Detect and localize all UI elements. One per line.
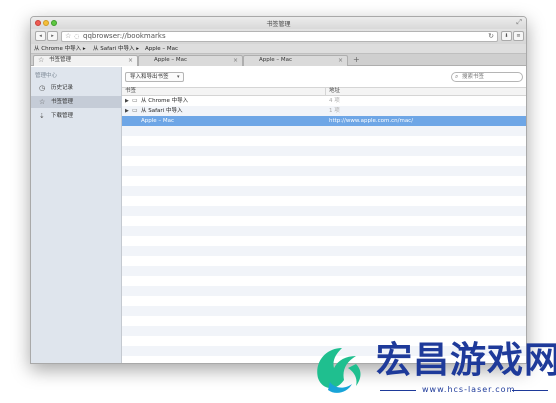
table-row[interactable]: ▶ ▭ 从 Chrome 中导入 4 项	[122, 96, 526, 106]
refresh-icon[interactable]: ↻	[488, 32, 494, 41]
address-bar[interactable]: ☆ ◌ qqbrowser://bookmarks ↻	[61, 30, 498, 42]
empty-row	[122, 296, 526, 306]
table-row[interactable]: ▶ ▭ 从 Safari 中导入 1 项	[122, 106, 526, 116]
watermark-logo-icon	[317, 348, 361, 393]
sidebar-item-bookmarks[interactable]: ☆ 书签管理	[31, 96, 122, 108]
tab-strip: ☆ 书签管理 × Apple – Mac × Apple – Mac × +	[31, 54, 526, 66]
download-button[interactable]: ⬇	[501, 31, 512, 41]
empty-row	[122, 326, 526, 336]
watermark: 宏昌游戏网 www.hcs-laser.com	[300, 336, 556, 403]
menu-button[interactable]: ≡	[513, 31, 524, 41]
tab-label: Apple – Mac	[154, 57, 188, 63]
folder-icon: ▭	[132, 107, 138, 114]
watermark-url: www.hcs-laser.com	[422, 385, 516, 394]
empty-row	[122, 186, 526, 196]
tab-label: Apple – Mac	[259, 57, 293, 63]
bookmarks-bar-item[interactable]: 从 Safari 中导入 ▸	[93, 44, 139, 54]
sidebar-item-label: 历史记录	[51, 85, 74, 91]
empty-row	[122, 286, 526, 296]
column-header-name[interactable]: 书签	[125, 88, 136, 95]
bookmark-address: 1 项	[329, 108, 340, 114]
bookmarks-bar-item[interactable]: Apple – Mac	[145, 44, 178, 54]
tab-bookmarks[interactable]: ☆ 书签管理 ×	[33, 55, 138, 66]
empty-row	[122, 246, 526, 256]
bookmarks-panel: 导入和导出书签 ▾ ⌕ 书签 地址 ▶ ▭ 从 Chrome 中导入 4 项	[122, 67, 526, 363]
search-box[interactable]: ⌕	[451, 72, 523, 82]
disclosure-triangle-icon[interactable]: ▶	[125, 96, 129, 106]
sidebar-item-downloads[interactable]: ⇣ 下载管理	[31, 110, 122, 122]
browser-window: 书签管理 ⤢ ◂ ▸ ☆ ◌ qqbrowser://bookmarks ↻ ⬇…	[30, 16, 527, 364]
sidebar-item-label: 书签管理	[51, 99, 74, 105]
close-icon[interactable]: ×	[233, 56, 238, 65]
tab-apple-mac[interactable]: Apple – Mac ×	[138, 55, 243, 66]
bookmark-name: 从 Chrome 中导入	[141, 98, 189, 104]
empty-row	[122, 256, 526, 266]
watermark-rule	[380, 390, 416, 391]
watermark-title: 宏昌游戏网	[376, 340, 556, 381]
empty-row	[122, 156, 526, 166]
back-button[interactable]: ◂	[35, 31, 46, 41]
empty-row	[122, 306, 526, 316]
empty-row	[122, 316, 526, 326]
empty-row	[122, 176, 526, 186]
content-area: 管理中心 ◷ 历史记录 ☆ 书签管理 ⇣ 下载管理 导入和导出书签 ▾ ⌕ 搜索…	[31, 67, 526, 363]
star-icon[interactable]: ☆	[65, 32, 71, 41]
download-icon: ⇣	[39, 112, 45, 120]
disclosure-triangle-icon[interactable]: ▶	[125, 106, 129, 116]
empty-row	[122, 206, 526, 216]
forward-button[interactable]: ▸	[47, 31, 58, 41]
empty-row	[122, 276, 526, 286]
empty-row	[122, 196, 526, 206]
empty-row	[122, 146, 526, 156]
bookmarks-bar-item[interactable]: 从 Chrome 中导入 ▸	[34, 44, 86, 54]
dropdown-label: 导入和导出书签	[130, 74, 169, 80]
bookmarks-controls: 导入和导出书签 ▾ ⌕	[122, 67, 526, 87]
new-tab-icon[interactable]: +	[353, 55, 360, 64]
import-export-dropdown[interactable]: 导入和导出书签 ▾	[125, 72, 184, 82]
star-icon: ☆	[38, 56, 45, 64]
fullscreen-icon[interactable]: ⤢	[516, 18, 522, 27]
window-title: 书签管理	[266, 21, 291, 28]
empty-row	[122, 126, 526, 136]
watermark-rule	[512, 390, 548, 391]
empty-row	[122, 136, 526, 146]
sidebar-heading: 管理中心	[35, 73, 58, 79]
star-icon: ☆	[39, 98, 46, 106]
empty-row	[122, 236, 526, 246]
close-icon[interactable]: ×	[338, 56, 343, 65]
sidebar-item-history[interactable]: ◷ 历史记录	[31, 82, 122, 94]
column-divider[interactable]	[325, 88, 326, 95]
sidebar-item-label: 下载管理	[51, 113, 74, 119]
bookmarks-bar: 从 Chrome 中导入 ▸ 从 Safari 中导入 ▸ Apple – Ma…	[31, 44, 526, 54]
sidebar: 管理中心 ◷ 历史记录 ☆ 书签管理 ⇣ 下载管理	[31, 67, 122, 363]
empty-row	[122, 266, 526, 276]
bookmark-address: 4 项	[329, 98, 340, 104]
toolbar: ◂ ▸ ☆ ◌ qqbrowser://bookmarks ↻ ⬇ ≡	[31, 29, 526, 44]
close-icon[interactable]: ×	[128, 56, 133, 65]
empty-row	[122, 166, 526, 176]
bookmark-address: http://www.apple.com.cn/mac/	[329, 118, 414, 124]
search-icon: ⌕	[455, 73, 459, 80]
folder-icon: ▭	[132, 97, 138, 104]
tab-label: 书签管理	[49, 57, 72, 63]
chevron-down-icon: ▾	[177, 74, 180, 80]
bookmark-name: 从 Safari 中导入	[141, 108, 183, 114]
table-header: 书签 地址	[122, 87, 526, 96]
empty-row	[122, 226, 526, 236]
address-url[interactable]: qqbrowser://bookmarks	[83, 32, 166, 41]
bookmark-name: Apple – Mac	[141, 118, 175, 124]
page-icon: ◌	[74, 32, 80, 40]
tab-apple-mac[interactable]: Apple – Mac ×	[243, 55, 348, 66]
table-row[interactable]: Apple – Mac http://www.apple.com.cn/mac/	[122, 116, 526, 126]
title-bar: 书签管理 ⤢	[31, 17, 526, 29]
empty-row	[122, 216, 526, 226]
column-header-address[interactable]: 地址	[329, 88, 340, 95]
search-input[interactable]	[462, 73, 520, 81]
bookmark-list: ▶ ▭ 从 Chrome 中导入 4 项 ▶ ▭ 从 Safari 中导入 1 …	[122, 96, 526, 363]
clock-icon: ◷	[39, 84, 46, 92]
